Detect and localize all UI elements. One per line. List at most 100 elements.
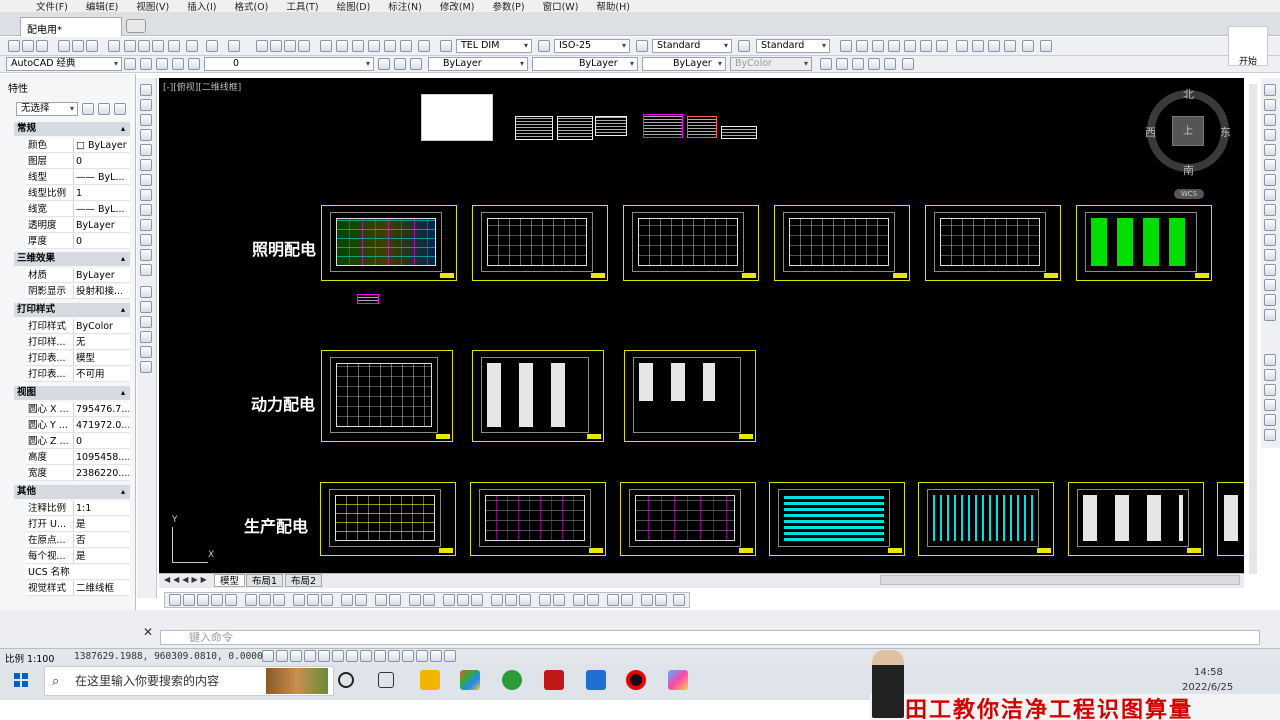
text-tool-icon-9[interactable] xyxy=(621,594,633,606)
compass-north[interactable]: 北 xyxy=(1183,86,1194,102)
scale-icon[interactable] xyxy=(1264,189,1276,201)
sun-icon[interactable] xyxy=(172,58,184,70)
insert-block-icon[interactable] xyxy=(140,249,152,261)
drawing-sheet[interactable] xyxy=(320,482,456,556)
stretch-icon[interactable] xyxy=(1264,204,1276,216)
text-tool-icon-11[interactable] xyxy=(655,594,667,606)
trim-icon[interactable] xyxy=(1264,219,1276,231)
visual-style-icon-4[interactable] xyxy=(1004,40,1016,52)
snap-mode-icon[interactable] xyxy=(276,650,288,662)
polar-tracking-icon[interactable] xyxy=(318,650,330,662)
arc-icon[interactable] xyxy=(140,159,152,171)
text-tool-icon-4[interactable] xyxy=(539,594,551,606)
design-center-icon[interactable] xyxy=(336,40,348,52)
print-preview-icon[interactable] xyxy=(72,40,84,52)
dim-space-icon[interactable] xyxy=(341,594,353,606)
store-icon[interactable] xyxy=(460,670,480,690)
workspace-settings-icon[interactable] xyxy=(124,58,136,70)
offset-icon[interactable] xyxy=(1264,129,1276,141)
file-explorer-icon[interactable] xyxy=(420,670,440,690)
quickcalc-icon[interactable] xyxy=(400,40,412,52)
dim-style-select[interactable]: ISO-25 xyxy=(554,39,630,53)
jogged-linear-icon[interactable] xyxy=(423,594,435,606)
polygon-icon[interactable] xyxy=(140,129,152,141)
tab-layout2[interactable]: 布局2 xyxy=(285,574,323,587)
property-row[interactable]: 线宽 —— ByL... xyxy=(26,202,130,217)
task-view-icon[interactable] xyxy=(338,672,354,688)
send-under-icon[interactable] xyxy=(1264,399,1276,411)
copy-object-icon[interactable] xyxy=(1264,99,1276,111)
horizontal-scrollbar[interactable] xyxy=(880,575,1240,585)
wcs-menu[interactable]: WCS xyxy=(1174,189,1204,199)
property-row[interactable]: 注释比例 1:1 xyxy=(26,501,130,516)
dyn-input-icon[interactable] xyxy=(388,650,400,662)
section-3d-effects[interactable]: 三维效果 xyxy=(14,252,130,266)
viewport-controls[interactable]: [-][俯视][二维线框] xyxy=(163,80,241,93)
print-icon[interactable] xyxy=(58,40,70,52)
multitask-icon[interactable] xyxy=(378,672,394,688)
lock-icon[interactable] xyxy=(188,58,200,70)
linetype-select[interactable]: ByLayer xyxy=(532,57,638,71)
word-icon[interactable] xyxy=(586,670,606,690)
drawing-sheet[interactable] xyxy=(1068,482,1204,556)
property-row[interactable]: 线型 —— ByL... xyxy=(26,170,130,185)
hatch-icon[interactable] xyxy=(140,301,152,313)
transparency-toggle-icon[interactable] xyxy=(416,650,428,662)
text-tool-icon-10[interactable] xyxy=(641,594,653,606)
explode-icon[interactable] xyxy=(1264,309,1276,321)
drawing-sheet[interactable] xyxy=(620,482,756,556)
browser-icon[interactable] xyxy=(502,670,522,690)
region-icon[interactable] xyxy=(140,331,152,343)
section-view[interactable]: 视图 xyxy=(14,386,130,400)
property-row[interactable]: 打印样式 ByColor xyxy=(26,319,130,334)
dim-break-icon[interactable] xyxy=(355,594,367,606)
infer-constraints-icon[interactable] xyxy=(262,650,274,662)
text-tool-icon-7[interactable] xyxy=(587,594,599,606)
app-icon[interactable] xyxy=(668,670,688,690)
start-button[interactable]: 开始 xyxy=(1228,26,1268,67)
dim-aligned-icon[interactable] xyxy=(183,594,195,606)
selection-select[interactable]: 无选择 xyxy=(16,102,78,116)
color-select[interactable]: ByLayer xyxy=(428,57,528,71)
dim-diameter-icon[interactable] xyxy=(259,594,271,606)
drawing-sheet[interactable] xyxy=(470,482,606,556)
3d-osnap-icon[interactable] xyxy=(346,650,358,662)
pan-icon[interactable] xyxy=(256,40,268,52)
drawing-sheet[interactable] xyxy=(925,205,1061,281)
property-row[interactable]: UCS 名称 xyxy=(26,565,130,580)
inspection-icon[interactable] xyxy=(409,594,421,606)
property-row[interactable]: 圆心 Z ... 0 xyxy=(26,434,130,449)
property-row[interactable]: 材质 ByLayer xyxy=(26,268,130,283)
sheet-set-icon[interactable] xyxy=(368,40,380,52)
text-tool-icon-3[interactable] xyxy=(519,594,531,606)
viewcube-face[interactable]: 上 xyxy=(1172,116,1204,146)
dim-jogged-icon[interactable] xyxy=(245,594,257,606)
spline-icon[interactable] xyxy=(140,204,152,216)
table-icon[interactable] xyxy=(140,346,152,358)
zoom-realtime-icon[interactable] xyxy=(270,40,282,52)
copy-icon[interactable] xyxy=(138,40,150,52)
drawing-sheet[interactable] xyxy=(624,350,756,442)
drawing-sheet[interactable] xyxy=(774,205,910,281)
line-icon[interactable] xyxy=(140,84,152,96)
coordinate-readout[interactable]: 1387629.1988, 960309.0810, 0.0000 xyxy=(74,651,263,662)
quick-select-icon[interactable] xyxy=(114,103,126,115)
selection-cycling-icon[interactable] xyxy=(444,650,456,662)
layer-tool-icon-7[interactable] xyxy=(936,40,948,52)
layer-previous-icon[interactable] xyxy=(394,58,406,70)
dim-text-edit-icon[interactable] xyxy=(457,594,469,606)
layer-walk-icon[interactable] xyxy=(410,58,422,70)
point-icon[interactable] xyxy=(140,286,152,298)
drawing-sheet[interactable] xyxy=(1076,205,1212,281)
ortho-icon[interactable] xyxy=(304,650,316,662)
section-misc[interactable]: 其他 xyxy=(14,485,130,499)
obj-tool-icon-1[interactable] xyxy=(820,58,832,70)
layer-state-icon[interactable] xyxy=(156,58,168,70)
zoom-previous-icon[interactable] xyxy=(298,40,310,52)
match-properties-icon[interactable] xyxy=(168,40,180,52)
break-icon[interactable] xyxy=(1264,249,1276,261)
obj-tool-icon-2[interactable] xyxy=(836,58,848,70)
drawing-sheet[interactable] xyxy=(918,482,1054,556)
new-file-icon[interactable] xyxy=(8,40,20,52)
property-row[interactable]: 在原点... 否 xyxy=(26,533,130,548)
